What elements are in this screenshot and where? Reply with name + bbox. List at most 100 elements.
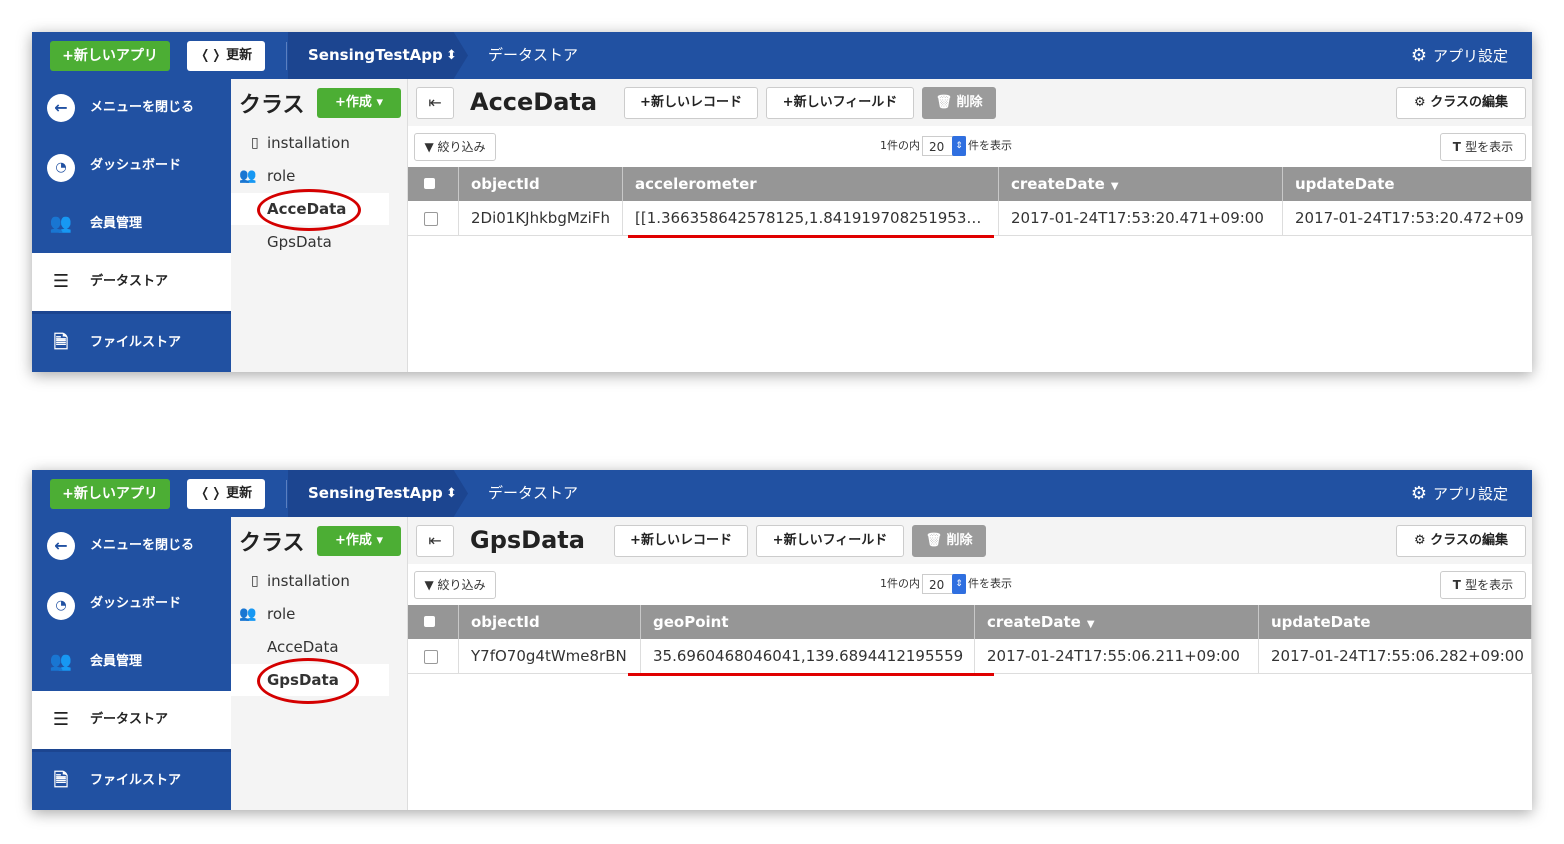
file-code-icon: 🗎 <box>53 770 69 791</box>
app-selector[interactable]: SensingTestApp <box>308 32 443 79</box>
cell-geopoint[interactable]: 35.6960468046041,139.6894412195559 <box>641 639 975 673</box>
class-item-label: installation <box>267 134 350 152</box>
column-header[interactable]: objectId <box>459 605 641 639</box>
class-item-installation[interactable]: ▯ installation <box>231 565 389 597</box>
column-header-createdate[interactable]: createDate ▼ <box>975 605 1259 639</box>
new-app-button[interactable]: +新しいアプリ <box>50 479 170 509</box>
cell-objectid[interactable]: Y7fO70g4tWme8rBN <box>459 639 641 673</box>
edit-class-button[interactable]: ⚙ クラスの編集 <box>1396 87 1526 119</box>
sidebar-item-dashboard[interactable]: ◔ ダッシュボード <box>32 575 231 633</box>
sidebar-item-label: メニューを閉じる <box>90 538 195 553</box>
sidebar-item-dashboard[interactable]: ◔ ダッシュボード <box>32 137 231 195</box>
data-grid: objectId geoPoint createDate ▼ updateDate… <box>408 605 1532 810</box>
arrow-left-icon: ← <box>46 93 76 123</box>
sidebar-item-members[interactable]: 👥 会員管理 <box>32 633 231 691</box>
users-icon: 👥 <box>239 606 257 622</box>
app-selector[interactable]: SensingTestApp <box>308 470 443 517</box>
new-field-button[interactable]: +新しいフィールド <box>766 87 914 119</box>
refresh-button[interactable]: ❬❭ 更新 <box>187 41 265 71</box>
column-header[interactable]: updateDate <box>1259 605 1532 639</box>
spinner-icon[interactable]: ⇕ <box>952 136 966 156</box>
cell-updatedate[interactable]: 2017-01-24T17:53:20.472+09 <box>1283 201 1532 235</box>
gear-icon: ⚙ <box>1410 483 1427 504</box>
sidebar-item-close-menu[interactable]: ← メニューを閉じる <box>32 79 231 137</box>
create-class-button[interactable]: +作成 ▾ <box>317 526 401 556</box>
filter-label: 絞り込み <box>437 578 486 592</box>
updown-icon[interactable]: ⬍ <box>446 470 457 517</box>
filter-icon: ▼ <box>424 578 438 592</box>
gauge-icon: ◔ <box>46 589 76 620</box>
column-header[interactable]: updateDate <box>1283 167 1532 201</box>
row-checkbox[interactable] <box>424 212 438 226</box>
sidebar-item-filestore[interactable]: 🗎 ファイルストア <box>32 314 231 372</box>
class-panel-title: クラス <box>239 93 305 118</box>
select-all-checkbox[interactable] <box>424 616 435 627</box>
class-item-role[interactable]: 👥 role <box>231 160 389 192</box>
sidebar-item-label: 会員管理 <box>90 654 143 669</box>
page-size-select[interactable]: 20 ⇕ <box>922 574 966 594</box>
column-header[interactable]: geoPoint <box>641 605 975 639</box>
main-panel: ⇤ GpsData +新しいレコード +新しいフィールド 🗑 削除 ⚙ クラスの… <box>408 517 1532 810</box>
collapse-panel-button[interactable]: ⇤ <box>416 525 454 557</box>
delete-label: 削除 <box>946 533 973 548</box>
table-row[interactable]: 2Di01KJhkbgMziFh [[1.366358642578125,1.8… <box>408 201 1532 236</box>
show-types-button[interactable]: T 型を表示 <box>1440 571 1526 599</box>
refresh-icon: ❬❭ <box>199 48 227 63</box>
delete-button[interactable]: 🗑 削除 <box>922 87 996 119</box>
filter-button[interactable]: ▼ 絞り込み <box>414 133 496 161</box>
page-size-value: 20 <box>929 578 945 592</box>
cell-updatedate[interactable]: 2017-01-24T17:55:06.282+09:00 <box>1259 639 1532 673</box>
create-class-button[interactable]: +作成 ▾ <box>317 88 401 118</box>
sidebar-item-close-menu[interactable]: ← メニューを閉じる <box>32 517 231 575</box>
sidebar: ← メニューを閉じる ◔ ダッシュボード 👥 会員管理 ☰ データストア 🗎 フ… <box>32 79 231 372</box>
sidebar-item-label: メニューを閉じる <box>90 100 195 115</box>
sidebar-item-label: ダッシュボード <box>90 596 182 611</box>
spinner-icon[interactable]: ⇕ <box>952 574 966 594</box>
new-field-button[interactable]: +新しいフィールド <box>756 525 904 557</box>
app-settings-label: アプリ設定 <box>1432 485 1508 503</box>
updown-icon[interactable]: ⬍ <box>446 32 457 79</box>
sidebar-item-filestore[interactable]: 🗎 ファイルストア <box>32 752 231 810</box>
cell-createdate[interactable]: 2017-01-24T17:53:20.471+09:00 <box>999 201 1283 235</box>
annotation-ellipse <box>257 658 359 704</box>
column-header[interactable]: accelerometer <box>623 167 999 201</box>
edit-class-label: クラスの編集 <box>1430 533 1508 548</box>
page-size-select[interactable]: 20 ⇕ <box>922 136 966 156</box>
column-header[interactable]: objectId <box>459 167 623 201</box>
select-all-checkbox[interactable] <box>424 178 435 189</box>
app-settings-link[interactable]: ⚙ アプリ設定 <box>1411 32 1508 80</box>
class-item-installation[interactable]: ▯ installation <box>231 127 389 159</box>
sidebar-item-members[interactable]: 👥 会員管理 <box>32 195 231 253</box>
column-header-label: createDate <box>987 613 1081 631</box>
cell-objectid[interactable]: 2Di01KJhkbgMziFh <box>459 201 623 235</box>
new-record-button[interactable]: +新しいレコード <box>624 87 758 119</box>
new-record-button[interactable]: +新しいレコード <box>614 525 748 557</box>
users-icon: 👥 <box>49 651 73 672</box>
column-header-createdate[interactable]: createDate ▼ <box>999 167 1283 201</box>
edit-class-button[interactable]: ⚙ クラスの編集 <box>1396 525 1526 557</box>
gear-icon: ⚙ <box>1414 95 1431 110</box>
sidebar-item-datastore[interactable]: ☰ データストア <box>32 253 231 314</box>
delete-button[interactable]: 🗑 削除 <box>912 525 986 557</box>
divider <box>286 42 287 70</box>
breadcrumb: データストア <box>488 484 579 502</box>
cell-createdate[interactable]: 2017-01-24T17:55:06.211+09:00 <box>975 639 1259 673</box>
annotation-ellipse <box>257 189 361 231</box>
filter-row: ▼ 絞り込み 1件の内 20 ⇕ 件を表示 T 型を表示 <box>408 126 1532 166</box>
sidebar-item-label: ファイルストア <box>90 335 182 350</box>
class-item-label: role <box>267 167 296 185</box>
cell-accelerometer[interactable]: [[1.366358642578125,1.841919708251953… <box>623 201 999 235</box>
new-app-button[interactable]: +新しいアプリ <box>50 41 170 71</box>
app-settings-label: アプリ設定 <box>1432 47 1508 65</box>
filter-button[interactable]: ▼ 絞り込み <box>414 571 496 599</box>
sidebar-item-datastore[interactable]: ☰ データストア <box>32 691 231 752</box>
pager: 1件の内 20 ⇕ 件を表示 <box>880 572 1012 596</box>
table-row[interactable]: Y7fO70g4tWme8rBN 35.6960468046041,139.68… <box>408 639 1532 674</box>
class-item-role[interactable]: 👥 role <box>231 598 389 630</box>
delete-label: 削除 <box>956 95 983 110</box>
app-settings-link[interactable]: ⚙ アプリ設定 <box>1411 470 1508 518</box>
row-checkbox[interactable] <box>424 650 438 664</box>
collapse-panel-button[interactable]: ⇤ <box>416 87 454 119</box>
show-types-button[interactable]: T 型を表示 <box>1440 133 1526 161</box>
refresh-button[interactable]: ❬❭ 更新 <box>187 479 265 509</box>
